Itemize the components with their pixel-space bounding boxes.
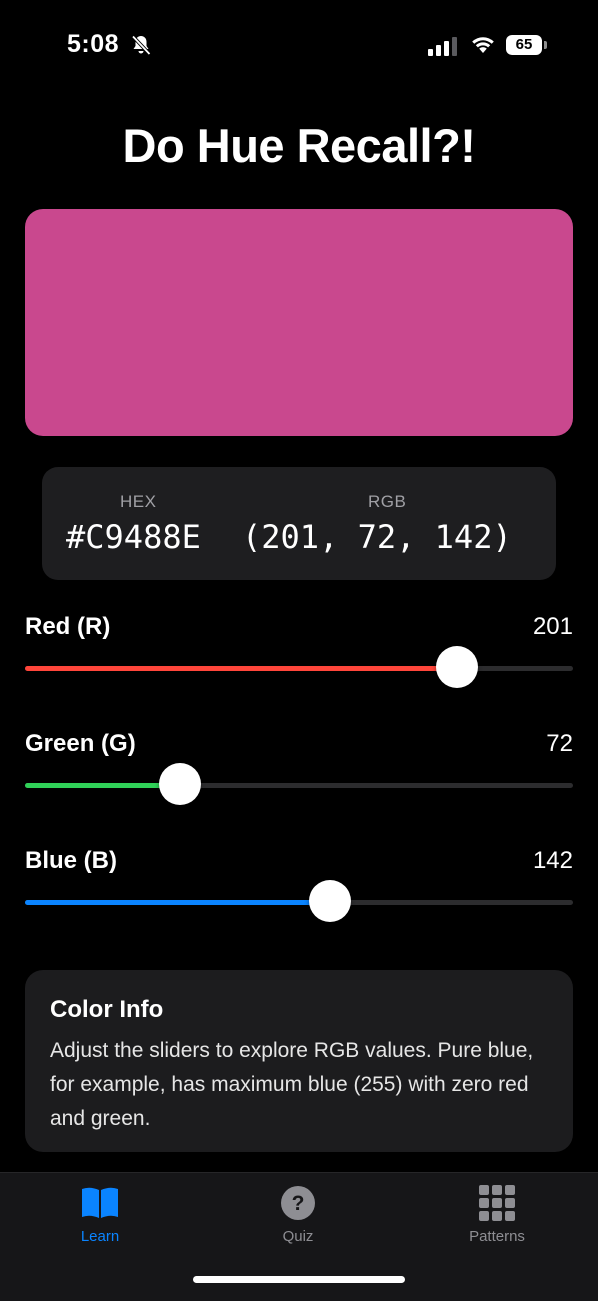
cellular-signal-icon: [428, 37, 457, 56]
grid-icon: [479, 1185, 515, 1221]
green-slider-fill: [25, 783, 180, 788]
book-icon: [82, 1187, 118, 1218]
battery-level: 65: [506, 35, 542, 55]
red-slider-row: Red (R) 201: [25, 613, 573, 713]
green-slider-row: Green (G) 72: [25, 730, 573, 830]
status-time: 5:08: [67, 30, 120, 58]
blue-slider-fill: [25, 900, 331, 905]
blue-slider-label: Blue (B): [25, 847, 117, 874]
green-slider-thumb[interactable]: [158, 763, 201, 805]
blue-slider-thumb[interactable]: [309, 880, 352, 922]
red-slider-label: Red (R): [25, 613, 111, 640]
tab-quiz[interactable]: ? Quiz: [198, 1173, 398, 1263]
hex-value: #C9488E: [66, 518, 201, 556]
blue-slider-value: 142: [532, 847, 573, 874]
green-slider-label: Green (G): [25, 730, 136, 757]
color-codes-card: HEX RGB #C9488E (201, 72, 142): [42, 467, 556, 580]
wifi-icon: [472, 37, 494, 53]
app-title: Do Hue Recall?!: [122, 119, 476, 172]
bell-slash-icon: [131, 35, 151, 56]
color-swatch: [25, 209, 573, 436]
tab-learn-label: Learn: [80, 1228, 120, 1245]
svg-text:?: ?: [292, 1192, 305, 1215]
status-bar: 5:08 65: [0, 0, 598, 92]
red-slider-value: 201: [532, 613, 573, 640]
rgb-label: RGB: [368, 492, 407, 511]
battery-tip: [544, 41, 547, 49]
rgb-value: (201, 72, 142): [242, 518, 512, 556]
hex-label: HEX: [120, 492, 157, 511]
red-slider-fill: [25, 666, 457, 671]
home-indicator: [193, 1276, 405, 1283]
tab-patterns-label: Patterns: [469, 1228, 525, 1245]
blue-slider-track[interactable]: [25, 900, 573, 905]
color-info-body: Adjust the sliders to explore RGB values…: [50, 1039, 534, 1130]
question-circle-icon: ?: [281, 1186, 315, 1220]
tab-quiz-label: Quiz: [282, 1228, 314, 1245]
battery-icon: 65: [506, 35, 548, 55]
tab-learn[interactable]: Learn: [0, 1173, 200, 1263]
color-info-card: Color Info Adjust the sliders to explore…: [25, 970, 573, 1152]
blue-slider-row: Blue (B) 142: [25, 847, 573, 947]
tab-patterns[interactable]: Patterns: [397, 1173, 597, 1263]
color-info-title: Color Info: [50, 996, 164, 1023]
red-slider-thumb[interactable]: [435, 646, 478, 688]
green-slider-track[interactable]: [25, 783, 573, 788]
green-slider-value: 72: [546, 730, 573, 757]
red-slider-track[interactable]: [25, 666, 573, 671]
